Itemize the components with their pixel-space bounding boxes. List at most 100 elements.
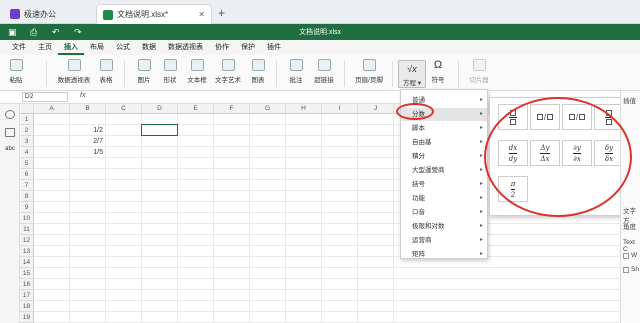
spellcheck-icon[interactable]: abc [5, 146, 15, 155]
dropdown-item[interactable]: 脚本 ▸ [401, 122, 487, 135]
menu-protect[interactable]: 保护 [235, 40, 261, 55]
chevron-right-icon: ▸ [479, 223, 483, 229]
dropdown-item[interactable]: 大型運營商 ▸ [401, 164, 487, 177]
grid-line [34, 300, 620, 301]
grid-line [34, 267, 620, 268]
dropdown-item[interactable]: 矩阵 ▸ [401, 248, 487, 261]
name-box[interactable]: D2 [22, 92, 68, 102]
chevron-right-icon: ▸ [479, 153, 483, 159]
row-header[interactable]: 13 [20, 246, 34, 257]
column-header[interactable]: G [250, 104, 286, 114]
dropdown-item[interactable]: 运营商 ▸ [401, 234, 487, 247]
row-header[interactable]: 15 [20, 268, 34, 279]
comment-icon[interactable] [5, 128, 15, 137]
equation-button[interactable]: √x 方程 ▾ [398, 60, 426, 88]
new-tab-button[interactable]: + [218, 6, 225, 20]
row-header[interactable]: 6 [20, 169, 34, 180]
grid-line [34, 234, 620, 235]
panel-checkbox[interactable] [623, 253, 629, 259]
menu-layout[interactable]: 布局 [84, 40, 110, 55]
column-header[interactable]: H [286, 104, 322, 114]
menu-pivot[interactable]: 数据透视表 [162, 40, 209, 55]
dropdown-item[interactable]: 自由基 ▸ [401, 136, 487, 149]
row-header[interactable]: 9 [20, 202, 34, 213]
chevron-down-icon[interactable]: ▾ [416, 80, 421, 87]
row-header[interactable]: 8 [20, 191, 34, 202]
pivot-table-icon [67, 59, 81, 71]
slicer-button[interactable]: 切片器 [466, 59, 492, 84]
shape-button[interactable]: 形状 [160, 59, 180, 84]
selected-cell[interactable] [141, 124, 178, 136]
chart-button[interactable]: 图表 [248, 59, 268, 84]
row-header[interactable]: 10 [20, 213, 34, 224]
row-header[interactable]: 19 [20, 312, 34, 323]
grid-line [177, 114, 178, 323]
column-header[interactable]: F [214, 104, 250, 114]
column-header[interactable]: E [178, 104, 214, 114]
table-button[interactable]: 表格 [96, 59, 116, 84]
comment-button[interactable]: 批注 [286, 59, 306, 84]
header-footer-button[interactable]: 页眉/页脚 [354, 59, 384, 84]
cell-value[interactable]: 2/7 [70, 136, 103, 147]
dropdown-item[interactable]: 括号 ▸ [401, 178, 487, 191]
dropdown-item[interactable]: 极限和对数 ▸ [401, 220, 487, 233]
menu-collab[interactable]: 协作 [209, 40, 235, 55]
row-header[interactable]: 12 [20, 235, 34, 246]
dropdown-item[interactable]: 功能 ▸ [401, 192, 487, 205]
cell-value[interactable]: 1/2 [70, 125, 103, 136]
column-header[interactable]: I [322, 104, 358, 114]
tab-document[interactable]: 文档说明.xlsx* ✕ [96, 4, 212, 24]
tab-label: 文档说明.xlsx* [117, 10, 169, 19]
image-icon [137, 59, 151, 71]
menu-home[interactable]: 主页 [32, 40, 58, 55]
dropdown-item-label: 运营商 [412, 237, 432, 244]
dropdown-item-label: 脚本 [412, 125, 425, 132]
menu-plugins[interactable]: 插件 [261, 40, 287, 55]
hyperlink-button[interactable]: 超链接 [312, 59, 336, 84]
slicer-icon [472, 59, 486, 71]
textart-button[interactable]: 文字艺术 [214, 59, 242, 84]
close-tab-icon[interactable]: ✕ [198, 10, 205, 19]
row-header[interactable]: 3 [20, 136, 34, 147]
fx-icon[interactable]: fx [80, 92, 85, 99]
row-header[interactable]: 7 [20, 180, 34, 191]
dropdown-item[interactable]: 口音 ▸ [401, 206, 487, 219]
row-header[interactable]: 5 [20, 158, 34, 169]
textbox-button[interactable]: 文本框 [186, 59, 208, 84]
ribbon-divider [344, 61, 345, 87]
tab-home[interactable]: 极速办公 [4, 4, 92, 24]
panel-heading: 插值 [623, 98, 636, 105]
row-header[interactable]: 4 [20, 147, 34, 158]
column-header[interactable]: J [358, 104, 394, 114]
row-header[interactable]: 18 [20, 301, 34, 312]
row-header[interactable]: 14 [20, 257, 34, 268]
menu-formula[interactable]: 公式 [110, 40, 136, 55]
panel-checkbox[interactable] [623, 267, 629, 273]
comment-icon [289, 59, 303, 71]
column-header[interactable]: D [142, 104, 178, 114]
column-header[interactable]: A [34, 104, 70, 114]
row-header[interactable]: 2 [20, 125, 34, 136]
symbol-button[interactable]: Ω 符号 [428, 59, 448, 84]
image-button[interactable]: 图片 [134, 59, 154, 84]
menu-file[interactable]: 文件 [6, 40, 32, 55]
column-header[interactable]: C [106, 104, 142, 114]
row-header[interactable]: 17 [20, 290, 34, 301]
column-header[interactable]: B [70, 104, 106, 114]
grid-line [393, 114, 394, 323]
menu-insert[interactable]: 插入 [58, 40, 84, 55]
row-header[interactable]: 11 [20, 224, 34, 235]
paste-button[interactable]: 粘贴 [6, 59, 26, 84]
pivot-table-button[interactable]: 数据透视表 [56, 59, 92, 84]
row-header[interactable]: 1 [20, 114, 34, 125]
cell-value[interactable]: 1/5 [70, 147, 103, 158]
menu-data[interactable]: 数据 [136, 40, 162, 55]
panel-label: 角度 [623, 224, 636, 231]
select-all-corner[interactable] [20, 104, 34, 114]
dropdown-item-label: 口音 [412, 209, 425, 216]
row-header[interactable]: 16 [20, 279, 34, 290]
paste-icon [9, 59, 23, 71]
dropdown-item[interactable]: 積分 ▸ [401, 150, 487, 163]
sqrt-icon: √x [407, 64, 417, 74]
search-icon[interactable] [5, 110, 15, 119]
